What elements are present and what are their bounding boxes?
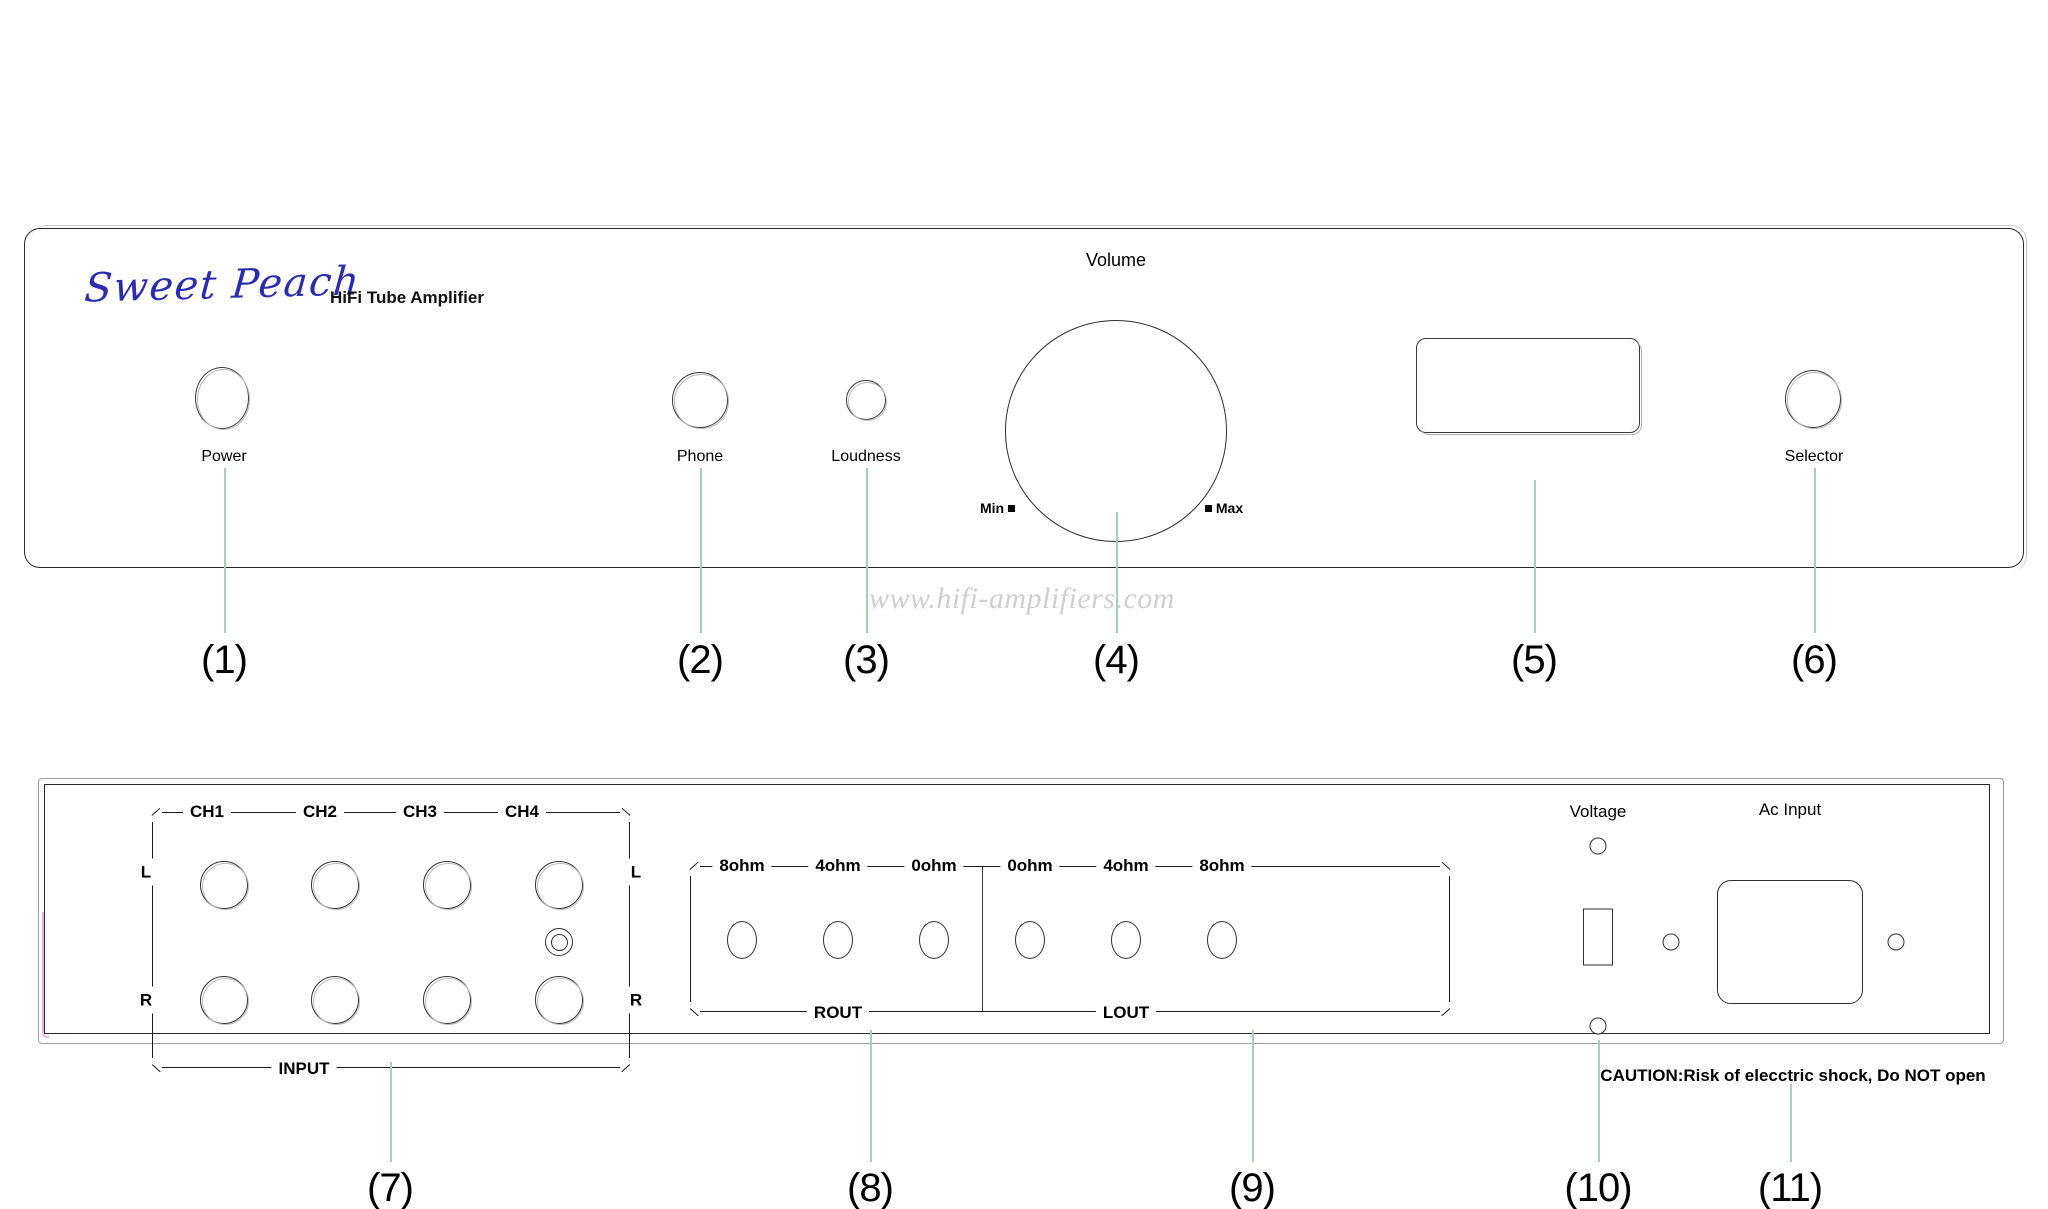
input-bracket-corner-br bbox=[621, 1063, 631, 1073]
volume-knob[interactable] bbox=[1005, 320, 1227, 542]
phone-label: Phone bbox=[676, 448, 724, 465]
callout-5: (5) bbox=[1511, 638, 1558, 682]
input-channel-label-ch3: CH3 bbox=[395, 803, 445, 820]
leader-line-3 bbox=[866, 468, 868, 633]
callout-8: (8) bbox=[847, 1166, 894, 1209]
input-bracket-right bbox=[628, 822, 630, 1058]
output-channel-divider bbox=[982, 867, 984, 1011]
callout-3: (3) bbox=[843, 638, 890, 682]
max-tick-icon bbox=[1205, 505, 1212, 512]
display-window[interactable] bbox=[1416, 338, 1642, 435]
callout-1: (1) bbox=[201, 638, 248, 682]
leader-line-8 bbox=[870, 1030, 872, 1162]
output-tap-label-l-8ohm: 8ohm bbox=[1192, 857, 1252, 874]
output-tap-label-r-8ohm: 8ohm bbox=[712, 857, 772, 874]
power-label: Power bbox=[201, 448, 247, 465]
input-channel-label-ch1: CH1 bbox=[182, 803, 232, 820]
leader-line-2 bbox=[700, 468, 702, 633]
amplifier-panel-diagram: Sweet Peach HiFi Tube Amplifier Power Ph… bbox=[0, 0, 2048, 1209]
ac-socket-screw-left[interactable] bbox=[1662, 933, 1680, 951]
voltage-selector-switch[interactable] bbox=[1583, 908, 1613, 966]
leader-line-6 bbox=[1814, 468, 1816, 633]
loudness-label: Loudness bbox=[831, 448, 901, 465]
selector-label: Selector bbox=[1784, 448, 1844, 465]
voltage-screw-top[interactable] bbox=[1589, 837, 1607, 855]
rear-panel-edge-accent bbox=[42, 912, 49, 1038]
ac-input-label: Ac Input bbox=[1758, 800, 1822, 819]
callout-4: (4) bbox=[1093, 638, 1140, 682]
input-jack-ch1-r[interactable] bbox=[200, 976, 249, 1025]
input-jack-ch4-r[interactable] bbox=[535, 976, 584, 1025]
input-bracket-corner-bl bbox=[151, 1063, 161, 1073]
ground-screw-icon[interactable] bbox=[545, 928, 573, 956]
input-group-label: INPUT bbox=[271, 1060, 337, 1077]
leader-line-1 bbox=[224, 468, 226, 633]
volume-max-marker: Max bbox=[1205, 500, 1243, 516]
output-tap-label-r-4ohm: 4ohm bbox=[808, 857, 868, 874]
leader-line-11 bbox=[1790, 1084, 1792, 1162]
input-row-label-left-l: L bbox=[137, 858, 155, 886]
site-watermark: www.hifi-amplifiers.com bbox=[869, 582, 1175, 615]
callout-7: (7) bbox=[367, 1166, 414, 1209]
input-jack-ch3-l[interactable] bbox=[423, 861, 472, 910]
power-knob[interactable] bbox=[195, 367, 250, 430]
input-channel-label-ch4: CH4 bbox=[497, 803, 547, 820]
output-group-label-rout: ROUT bbox=[806, 1004, 870, 1021]
callout-2: (2) bbox=[677, 638, 724, 682]
selector-knob[interactable] bbox=[1785, 370, 1842, 429]
leader-line-5 bbox=[1534, 480, 1536, 633]
callout-9: (9) bbox=[1229, 1166, 1276, 1209]
volume-label: Volume bbox=[1085, 250, 1147, 270]
ac-socket-screw-right[interactable] bbox=[1887, 933, 1905, 951]
output-post-r-0ohm[interactable] bbox=[919, 921, 949, 959]
brand-logo: Sweet Peach bbox=[82, 258, 363, 312]
callout-10: (10) bbox=[1564, 1166, 1632, 1209]
volume-min-label: Min bbox=[980, 500, 1005, 516]
volume-min-marker: Min bbox=[980, 500, 1015, 516]
callout-6: (6) bbox=[1791, 638, 1838, 682]
leader-line-9 bbox=[1252, 1030, 1254, 1162]
output-tap-label-l-0ohm: 0ohm bbox=[1000, 857, 1060, 874]
min-tick-icon bbox=[1008, 505, 1015, 512]
input-jack-ch3-r[interactable] bbox=[423, 976, 472, 1025]
output-group: 8ohm 4ohm 0ohm 0ohm 4ohm 8ohm ROUT LOUT bbox=[689, 857, 1451, 1021]
leader-line-7 bbox=[390, 1062, 392, 1162]
leader-line-10 bbox=[1598, 1040, 1600, 1162]
output-post-l-4ohm[interactable] bbox=[1111, 921, 1141, 959]
input-row-label-right-r: R bbox=[626, 986, 646, 1014]
output-post-l-0ohm[interactable] bbox=[1015, 921, 1045, 959]
output-tap-label-r-0ohm: 0ohm bbox=[904, 857, 964, 874]
voltage-label: Voltage bbox=[1569, 802, 1627, 821]
output-bracket-right bbox=[1448, 876, 1450, 1002]
input-jack-ch2-l[interactable] bbox=[311, 861, 360, 910]
voltage-screw-bottom[interactable] bbox=[1589, 1017, 1607, 1035]
input-row-label-left-r: R bbox=[136, 986, 156, 1014]
phone-knob[interactable] bbox=[672, 372, 729, 429]
input-jack-ch2-r[interactable] bbox=[311, 976, 360, 1025]
output-post-r-8ohm[interactable] bbox=[727, 921, 757, 959]
input-bracket-left bbox=[152, 822, 154, 1058]
loudness-knob[interactable] bbox=[846, 380, 887, 421]
output-group-label-lout: LOUT bbox=[1095, 1004, 1157, 1021]
input-channel-label-ch2: CH2 bbox=[295, 803, 345, 820]
output-bracket-left bbox=[690, 876, 692, 1002]
brand-subtitle: HiFi Tube Amplifier bbox=[330, 288, 484, 307]
output-post-r-4ohm[interactable] bbox=[823, 921, 853, 959]
input-jack-ch4-l[interactable] bbox=[535, 861, 584, 910]
callout-11: (11) bbox=[1757, 1166, 1823, 1209]
caution-text: CAUTION:Risk of elecctric shock, Do NOT … bbox=[1600, 1066, 1986, 1085]
input-jack-ch1-l[interactable] bbox=[200, 861, 249, 910]
ac-power-socket[interactable] bbox=[1717, 880, 1863, 1004]
leader-line-4 bbox=[1116, 512, 1118, 633]
output-tap-label-l-4ohm: 4ohm bbox=[1096, 857, 1156, 874]
output-post-l-8ohm[interactable] bbox=[1207, 921, 1237, 959]
ground-screw-inner bbox=[550, 933, 568, 951]
volume-max-label: Max bbox=[1215, 500, 1244, 516]
input-row-label-right-l: L bbox=[627, 858, 645, 886]
